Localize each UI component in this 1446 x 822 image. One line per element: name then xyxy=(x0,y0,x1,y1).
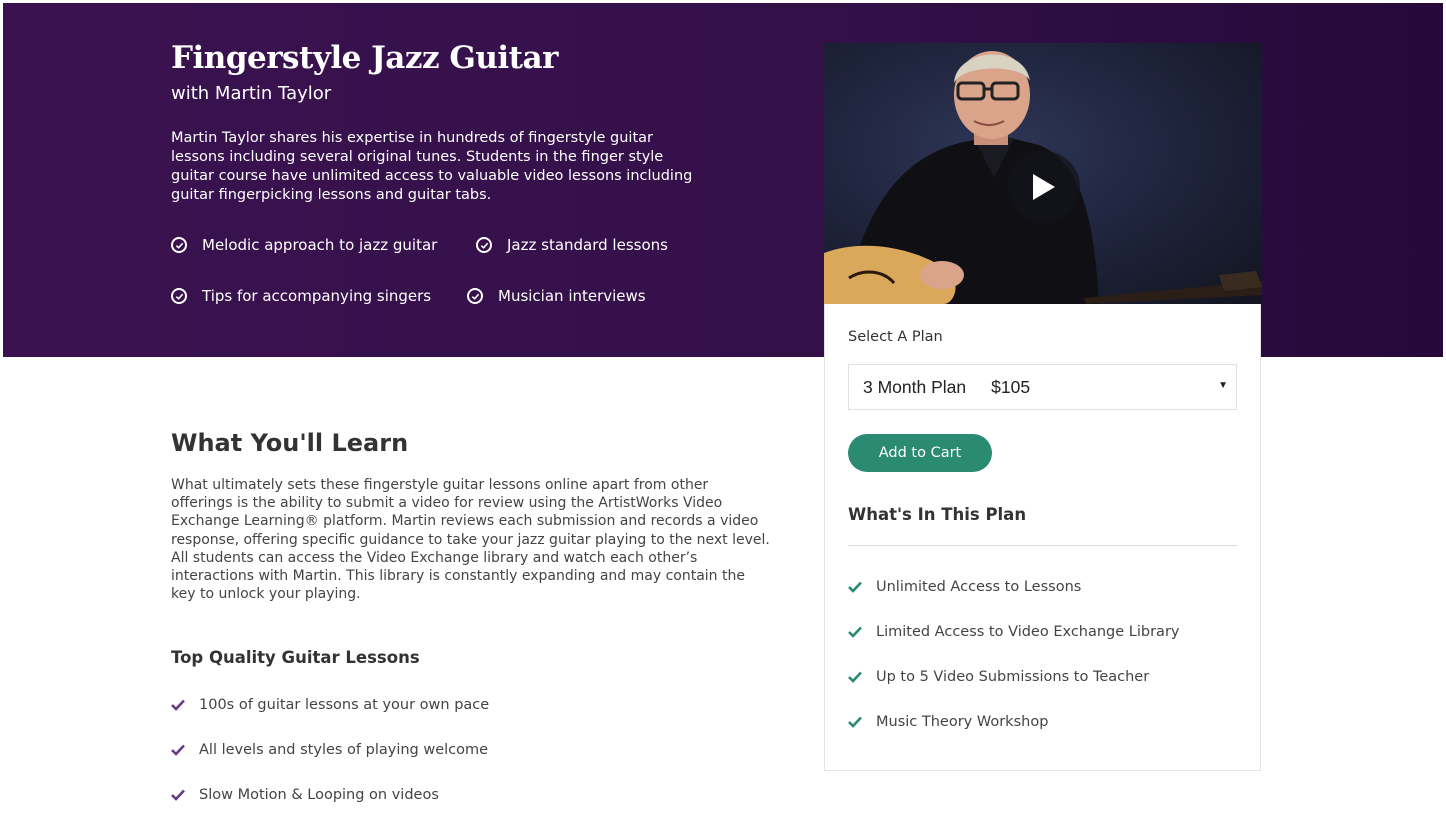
course-title: Fingerstyle Jazz Guitar xyxy=(171,40,558,76)
plan-feature-label: Up to 5 Video Submissions to Teacher xyxy=(876,669,1150,685)
plan-select-dropdown[interactable]: 3 Month Plan $105 ▼ xyxy=(848,364,1237,410)
list-item: All levels and styles of playing welcome xyxy=(171,742,488,758)
feature-label: Musician interviews xyxy=(498,287,646,305)
select-plan-label: Select A Plan xyxy=(848,329,943,345)
section-body: What ultimately sets these fingerstyle g… xyxy=(171,477,770,603)
check-icon xyxy=(171,699,185,711)
feature-item: Jazz standard lessons xyxy=(476,236,668,254)
dropdown-caret-icon: ▼ xyxy=(1218,380,1228,391)
plan-includes-heading: What's In This Plan xyxy=(848,505,1027,524)
plan-feature-item: Limited Access to Video Exchange Library xyxy=(848,624,1180,640)
list-item: Slow Motion & Looping on videos xyxy=(171,787,439,803)
plan-feature-item: Up to 5 Video Submissions to Teacher xyxy=(848,669,1149,685)
plan-feature-label: Limited Access to Video Exchange Library xyxy=(876,624,1180,640)
instructor-subtitle: with Martin Taylor xyxy=(171,83,332,104)
course-description: Martin Taylor shares his expertise in hu… xyxy=(171,130,693,203)
check-icon xyxy=(848,626,862,638)
selected-plan-name: 3 Month Plan xyxy=(863,376,967,397)
feature-label: Jazz standard lessons xyxy=(507,236,668,254)
check-circle-icon xyxy=(171,237,187,253)
feature-item: Melodic approach to jazz guitar xyxy=(171,236,437,254)
list-item: 100s of guitar lessons at your own pace xyxy=(171,697,489,713)
feature-label: Melodic approach to jazz guitar xyxy=(202,236,438,254)
section-title: What You'll Learn xyxy=(171,429,409,457)
plan-feature-label: Unlimited Access to Lessons xyxy=(876,579,1082,595)
check-icon xyxy=(848,671,862,683)
check-circle-icon xyxy=(171,288,187,304)
feature-label: Tips for accompanying singers xyxy=(202,287,432,305)
play-icon xyxy=(1033,174,1055,200)
check-icon xyxy=(848,581,862,593)
check-icon xyxy=(848,716,862,728)
list-item-label: All levels and styles of playing welcome xyxy=(199,742,489,758)
plan-feature-label: Music Theory Workshop xyxy=(876,714,1049,730)
subsection-title: Top Quality Guitar Lessons xyxy=(171,648,420,667)
play-video-button[interactable] xyxy=(1008,151,1080,223)
plan-feature-item: Music Theory Workshop xyxy=(848,714,1048,730)
feature-item: Musician interviews xyxy=(467,287,646,305)
check-circle-icon xyxy=(467,288,483,304)
add-to-cart-button[interactable]: Add to Cart xyxy=(848,434,992,472)
list-item-label: 100s of guitar lessons at your own pace xyxy=(199,697,490,713)
plan-feature-item: Unlimited Access to Lessons xyxy=(848,579,1081,595)
check-icon xyxy=(171,789,185,801)
check-icon xyxy=(171,744,185,756)
feature-item: Tips for accompanying singers xyxy=(171,287,431,305)
divider xyxy=(848,545,1237,546)
check-circle-icon xyxy=(476,237,492,253)
selected-plan-price: $105 xyxy=(991,376,1031,397)
list-item-label: Slow Motion & Looping on videos xyxy=(199,787,439,803)
